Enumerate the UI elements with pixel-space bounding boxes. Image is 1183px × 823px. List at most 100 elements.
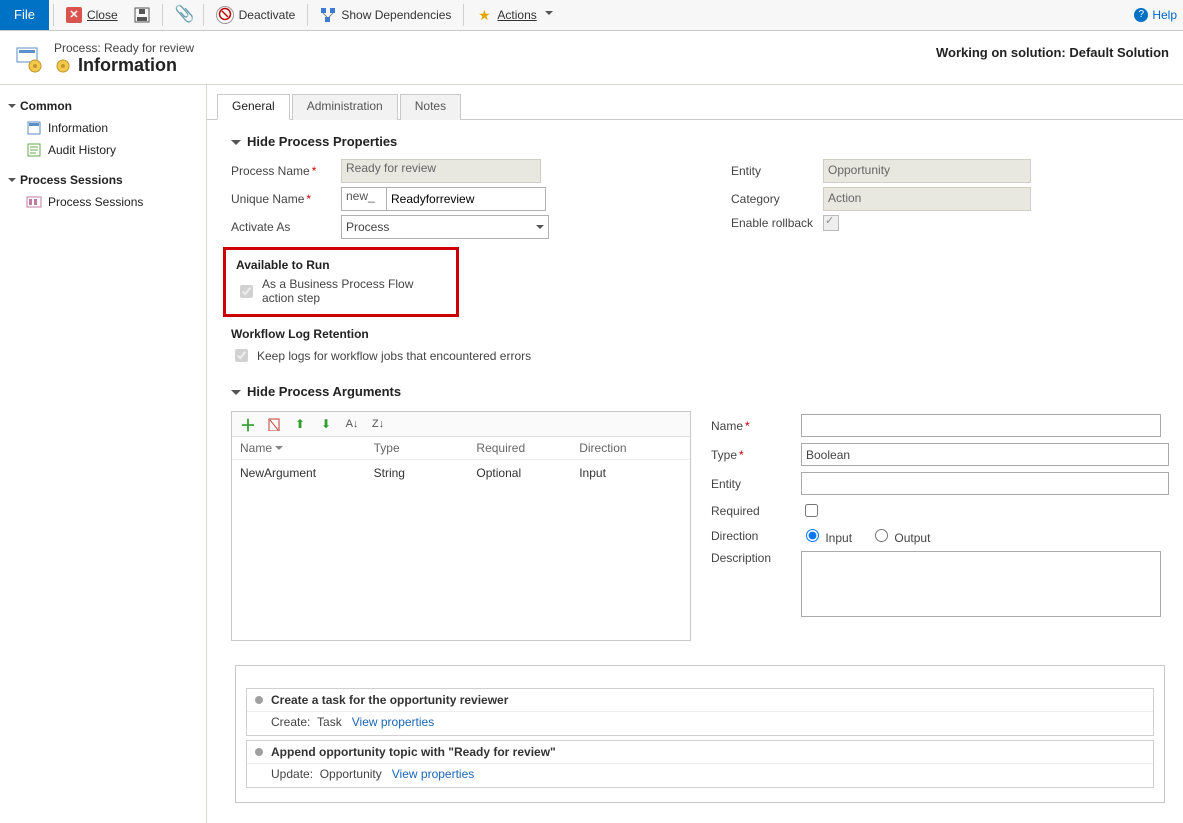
step-body: Create: Task View properties [247,712,1153,735]
page-title: Information [54,55,194,76]
tabstrip: General Administration Notes [207,93,1183,120]
info-icon [26,120,42,136]
prop-type-value: Boolean [806,448,850,462]
nav-item-sessions[interactable]: Process Sessions [8,191,198,213]
dependencies-icon [320,7,336,23]
label-entity: Entity [731,164,823,178]
col-direction[interactable]: Direction [579,441,682,455]
label-process-name: Process Name [231,164,341,178]
deactivate-label: Deactivate [239,8,296,22]
ribbon-separator [203,4,204,26]
file-tab[interactable]: File [0,0,49,30]
prop-name-field[interactable] [801,414,1161,437]
direction-output-radio[interactable]: Output [870,526,930,545]
prop-label-type: Type [711,448,801,462]
save-exit-icon [134,7,150,23]
solution-label: Working on solution: Default Solution [936,41,1169,76]
prop-required-checkbox[interactable] [805,504,818,517]
tab-notes[interactable]: Notes [400,94,461,120]
col-required[interactable]: Required [476,441,579,455]
keep-logs-checkbox [235,349,248,362]
delete-icon[interactable] [266,416,282,432]
col-name[interactable]: Name [240,441,374,455]
gear-icon [54,57,72,75]
ribbon-separator [53,4,54,26]
arguments-toolbar: ＋ ⬆ ⬇ A↓ Z↓ [232,412,690,437]
deactivate-button[interactable]: Deactivate [208,1,304,29]
arg-cell-required: Optional [476,466,579,480]
unique-name-field[interactable] [386,187,546,211]
nav-group-common[interactable]: Common [8,95,198,117]
attach-button[interactable]: 📎 [167,1,199,29]
view-properties-link[interactable]: View properties [352,715,435,729]
arguments-rows: NewArgument String Optional Input [232,460,690,640]
arg-cell-type: String [374,466,477,480]
tab-general[interactable]: General [217,94,290,120]
unique-name-prefix: new_ [341,187,386,211]
direction-input-radio[interactable]: Input [801,526,852,545]
prop-label-direction: Direction [711,529,801,543]
main-content: General Administration Notes Hide Proces… [207,85,1183,823]
add-icon[interactable]: ＋ [240,416,256,432]
move-up-icon[interactable]: ⬆ [292,416,308,432]
sort-desc-icon[interactable]: Z↓ [370,416,386,432]
arguments-grid: ＋ ⬆ ⬇ A↓ Z↓ Name Type Required Direction [231,411,691,641]
prop-description-field[interactable] [801,551,1161,617]
tab-administration[interactable]: Administration [292,94,398,120]
step-detail-label: Create: [271,715,310,729]
bpf-step-label: As a Business Process Flow action step [262,277,446,305]
step-detail-value: Opportunity [320,767,382,781]
step-item[interactable]: Append opportunity topic with "Ready for… [246,740,1154,788]
chevron-down-icon [536,225,544,233]
prop-entity-select[interactable] [801,472,1169,495]
ribbon-separator [162,4,163,26]
section-toggle-properties[interactable]: Hide Process Properties [231,130,1169,157]
sort-asc-icon[interactable]: A↓ [344,416,360,432]
prop-label-name: Name [711,419,801,433]
close-button[interactable]: ✕ Close [58,1,126,29]
help-icon: ? [1134,8,1148,22]
activate-as-value: Process [346,220,389,234]
actions-label: Actions [497,8,536,22]
col-type[interactable]: Type [374,441,477,455]
ribbon-separator [307,4,308,26]
category-field: Action [823,187,1031,211]
save-exit-button[interactable] [126,1,158,29]
section-toggle-arguments[interactable]: Hide Process Arguments [231,380,1169,407]
nav-item-information[interactable]: Information [8,117,198,139]
arg-cell-direction: Input [579,466,682,480]
nav-group-sessions[interactable]: Process Sessions [8,169,198,191]
label-unique-name: Unique Name [231,192,341,206]
prop-label-entity: Entity [711,477,801,491]
label-category: Category [731,192,823,206]
ribbon: File ✕ Close 📎 Deactivate Show Dependenc… [0,0,1183,31]
left-nav: Common Information Audit History Process… [0,85,207,823]
sessions-icon [26,194,42,210]
show-dependencies-button[interactable]: Show Dependencies [312,1,459,29]
prop-type-select[interactable]: Boolean [801,443,1169,466]
argument-row[interactable]: NewArgument String Optional Input [232,460,690,486]
argument-properties: Name Type Boolean Entity [711,411,1169,641]
help-link[interactable]: ? Help [1134,8,1183,22]
activate-as-select[interactable]: Process [341,215,549,239]
keep-logs-label: Keep logs for workflow jobs that encount… [257,349,531,363]
step-detail-value: Task [317,715,342,729]
breadcrumb: Process: Ready for review [54,41,194,55]
ribbon-separator [463,4,464,26]
arguments-header-row: Name Type Required Direction [232,437,690,460]
help-label: Help [1152,8,1177,22]
steps-container: Create a task for the opportunity review… [235,665,1165,803]
step-item[interactable]: Create a task for the opportunity review… [246,688,1154,736]
enable-rollback-checkbox [823,215,839,231]
entity-field: Opportunity [823,159,1031,183]
prop-label-required: Required [711,504,801,518]
move-down-icon[interactable]: ⬇ [318,416,334,432]
paperclip-icon: 📎 [175,7,191,23]
nav-item-label: Process Sessions [48,195,143,209]
star-icon: ★ [476,7,492,23]
view-properties-link[interactable]: View properties [392,767,475,781]
arg-cell-name: NewArgument [240,466,374,480]
actions-menu[interactable]: ★ Actions [468,1,560,29]
nav-item-audit[interactable]: Audit History [8,139,198,161]
step-title: Create a task for the opportunity review… [247,689,1153,712]
